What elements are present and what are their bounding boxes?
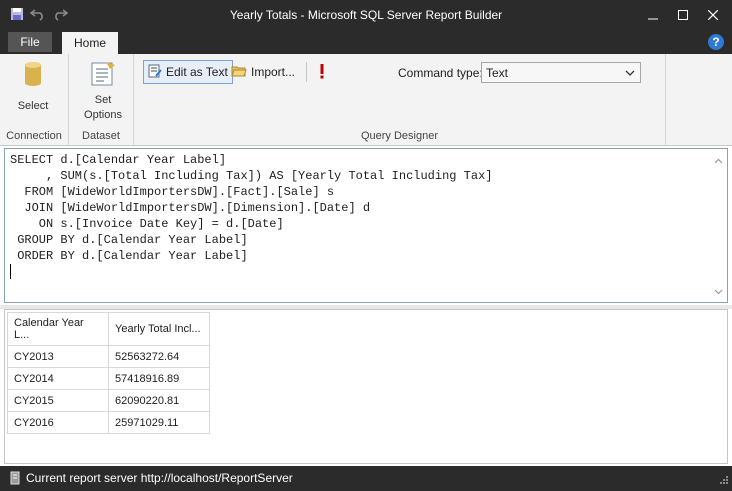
title-bar: Yearly Totals - Microsoft SQL Server Rep… [0, 0, 732, 30]
results-grid: Calendar Year L... Yearly Total Incl... … [7, 312, 210, 434]
scroll-down-icon[interactable] [714, 284, 723, 298]
table-row: CY2016 25971029.11 [7, 411, 210, 434]
toolbar-separator [306, 62, 307, 82]
query-designer-group-label: Query Designer [360, 130, 439, 142]
table-row: CY2013 52563272.64 [7, 345, 210, 368]
exclamation-icon [318, 63, 326, 82]
dataset-group-label: Dataset [82, 130, 120, 142]
close-icon [708, 10, 718, 20]
server-icon [9, 471, 21, 488]
dataset-properties-icon [88, 60, 118, 93]
text-caret [10, 264, 11, 279]
import-button[interactable]: Import... [227, 60, 299, 84]
import-label: Import... [251, 65, 296, 79]
help-icon[interactable]: ? [708, 34, 724, 50]
scroll-up-icon[interactable] [714, 153, 723, 167]
status-bar: Current report server http://localhost/R… [0, 466, 732, 491]
maximize-icon [678, 10, 688, 20]
connection-group-label: Connection [6, 130, 62, 142]
table-cell[interactable]: CY2014 [7, 367, 109, 390]
select-button[interactable]: Select [12, 60, 54, 114]
command-type-select[interactable]: Text [481, 62, 641, 83]
query-text: SELECT d.[Calendar Year Label] , SUM(s.[… [10, 153, 493, 263]
tab-home[interactable]: Home [62, 32, 118, 54]
edit-as-text-label: Edit as Text [166, 65, 228, 79]
grid-header-row: Calendar Year L... Yearly Total Incl... [7, 312, 210, 346]
minimize-button[interactable] [638, 4, 668, 26]
table-cell[interactable]: CY2016 [7, 411, 109, 434]
edit-as-text-button[interactable]: Edit as Text [143, 60, 233, 84]
maximize-button[interactable] [668, 4, 698, 26]
dataset-group: Set Options Dataset [69, 54, 134, 145]
ribbon: Select Connection Set Options Dataset Ed… [0, 54, 732, 146]
connection-group: Select Connection [0, 54, 69, 145]
database-icon [22, 60, 44, 93]
status-text: Current report server http://localhost/R… [26, 471, 293, 485]
table-cell[interactable]: 62090220.81 [108, 389, 210, 412]
window-controls [638, 4, 728, 26]
set-options-label-1: Set [94, 94, 112, 106]
select-label: Select [17, 100, 49, 112]
chevron-down-icon [625, 67, 635, 81]
table-row: CY2015 62090220.81 [7, 389, 210, 412]
set-options-button[interactable]: Set Options [83, 60, 123, 123]
table-cell[interactable]: 57418916.89 [108, 367, 210, 390]
edit-text-icon [148, 64, 162, 81]
column-header-calendar-year[interactable]: Calendar Year L... [7, 312, 109, 346]
open-folder-icon [231, 64, 247, 81]
resize-grip-icon[interactable] [719, 474, 729, 488]
set-options-label-2: Options [84, 109, 122, 121]
table-cell[interactable]: 25971029.11 [108, 411, 210, 434]
command-type-label: Command type: [398, 66, 483, 80]
table-cell[interactable]: CY2013 [7, 345, 109, 368]
minimize-icon [648, 18, 658, 20]
run-query-button[interactable] [314, 60, 330, 84]
tab-file[interactable]: File [8, 32, 52, 52]
table-cell[interactable]: CY2015 [7, 389, 109, 412]
column-header-yearly-total[interactable]: Yearly Total Incl... [108, 312, 210, 346]
close-button[interactable] [698, 4, 728, 26]
query-text-editor[interactable]: SELECT d.[Calendar Year Label] , SUM(s.[… [4, 148, 728, 303]
command-type-value: Text [486, 66, 509, 80]
window-title: Yearly Totals - Microsoft SQL Server Rep… [229, 8, 503, 22]
editor-vertical-scrollbar[interactable] [710, 149, 727, 302]
table-cell[interactable]: 52563272.64 [108, 345, 210, 368]
table-row: CY2014 57418916.89 [7, 367, 210, 390]
results-pane: Calendar Year L... Yearly Total Incl... … [4, 309, 728, 464]
ribbon-tab-row: File Home ? [0, 30, 732, 54]
